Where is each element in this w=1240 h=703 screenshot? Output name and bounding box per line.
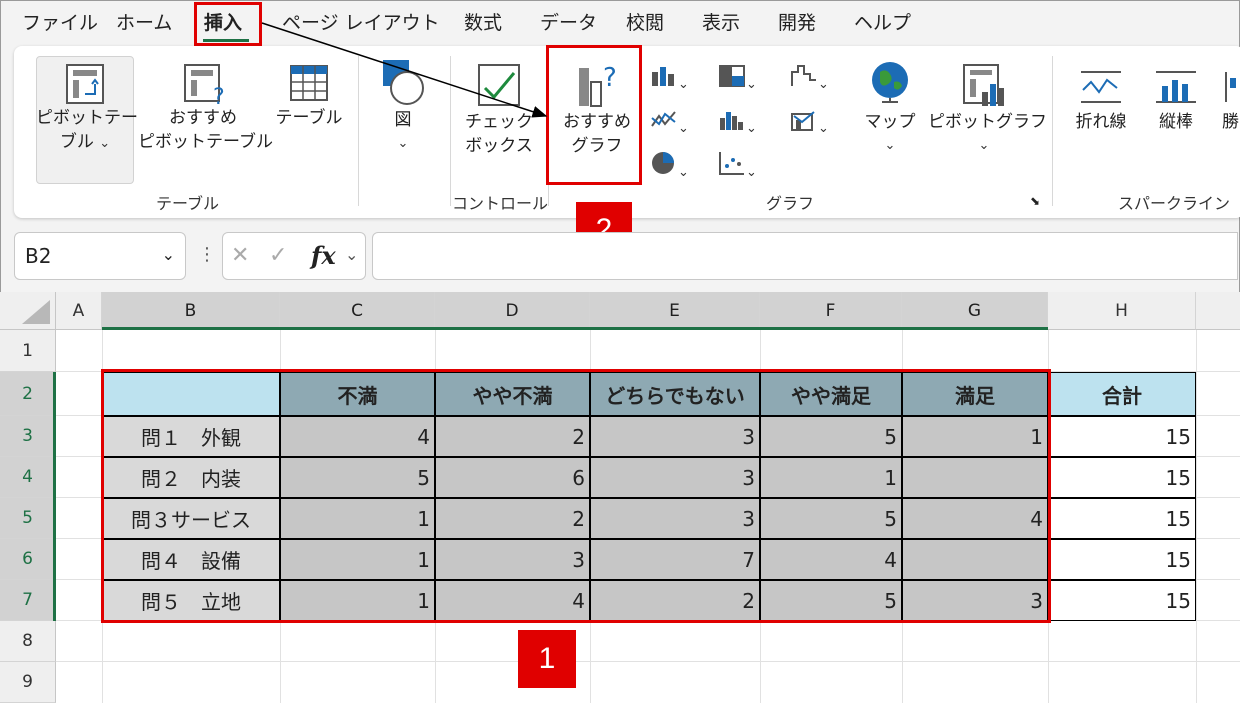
total-cell[interactable]: 15 xyxy=(1048,457,1196,498)
column-header-b[interactable]: B xyxy=(102,292,280,330)
column-header-f[interactable]: F xyxy=(760,292,902,330)
formula-controls: ✕ ✓ fx ⌄ xyxy=(222,232,366,280)
total-cell[interactable]: 15 xyxy=(1048,539,1196,580)
total-cell[interactable]: 15 xyxy=(1048,416,1196,457)
chevron-down-icon[interactable]: ⌄ xyxy=(345,245,358,264)
insert-function-icon[interactable]: fx xyxy=(311,241,336,270)
row-header-8[interactable]: 8 xyxy=(0,621,56,662)
row-header-1[interactable]: 1 xyxy=(0,330,56,372)
column-header-h[interactable]: H xyxy=(1048,292,1196,330)
enter-icon[interactable]: ✓ xyxy=(269,243,287,268)
name-box[interactable]: B2 ⌄ xyxy=(14,232,186,280)
gridline xyxy=(1196,330,1197,703)
column-header-g[interactable]: G xyxy=(902,292,1048,330)
select-all-triangle-icon xyxy=(22,300,50,324)
row-header-2[interactable]: 2 xyxy=(0,372,56,416)
selected-range-highlight xyxy=(101,369,1051,623)
row-header-6[interactable]: 6 xyxy=(0,539,56,580)
formula-input[interactable] xyxy=(372,232,1238,280)
select-all-button[interactable] xyxy=(0,292,56,330)
column-header-i[interactable] xyxy=(1196,292,1240,330)
cancel-icon[interactable]: ✕ xyxy=(231,243,249,268)
row-header-3[interactable]: 3 xyxy=(0,416,56,457)
column-header-d[interactable]: D xyxy=(435,292,590,330)
gridline xyxy=(56,661,1240,662)
total-cell[interactable]: 15 xyxy=(1048,498,1196,539)
more-options-icon[interactable]: ⋮ xyxy=(198,244,216,265)
row-header-7[interactable]: 7 xyxy=(0,580,56,621)
selected-columns-indicator xyxy=(102,327,1048,330)
column-header-e[interactable]: E xyxy=(590,292,760,330)
column-header-c[interactable]: C xyxy=(280,292,435,330)
chevron-down-icon[interactable]: ⌄ xyxy=(162,245,175,264)
row-header-9[interactable]: 9 xyxy=(0,662,56,703)
step-1-badge: 1 xyxy=(518,630,576,688)
column-header-a[interactable]: A xyxy=(56,292,102,330)
total-cell[interactable]: 15 xyxy=(1048,580,1196,621)
name-box-value: B2 xyxy=(25,244,52,268)
row-header-5[interactable]: 5 xyxy=(0,498,56,539)
row-header-4[interactable]: 4 xyxy=(0,457,56,498)
header-cell-total[interactable]: 合計 xyxy=(1048,372,1196,416)
